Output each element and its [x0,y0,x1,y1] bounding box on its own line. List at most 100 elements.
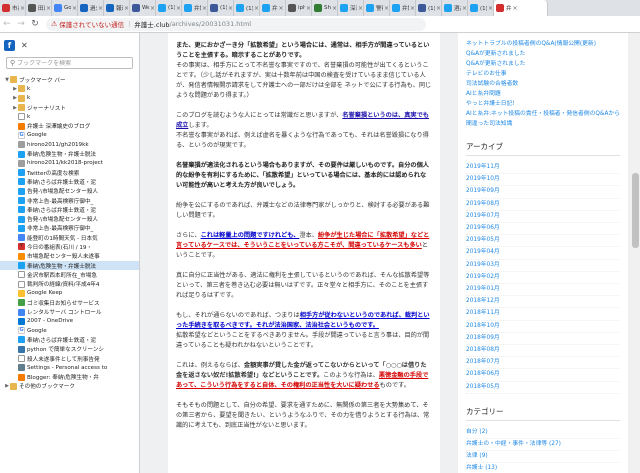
bookmark-item[interactable]: 非常上告-最高検察庁御中_ [0,196,139,205]
tab-close-icon[interactable]: × [513,5,518,12]
tab-8[interactable]: (1)× [208,0,234,16]
tab-close-icon[interactable]: × [384,5,389,12]
bookmark-item[interactable]: 奉納\さらば弁護士鉄道・泥 [0,205,139,214]
bookmark-item[interactable]: 2007 - OneDrive [0,317,139,326]
tab-close-icon[interactable]: × [332,5,337,12]
scrollbar[interactable] [631,33,640,473]
tab-17[interactable]: 酒井× [442,0,468,16]
tab-3[interactable]: 過去× [78,0,104,16]
bookmark-item[interactable]: 殺人未遂事件として刑事告発 [0,354,139,363]
bookmark-item[interactable]: ▼ ブックマーク バー [0,75,139,84]
bookmark-item[interactable]: 非常上告-最高検察庁御中_ [0,224,139,233]
scrollbar-thumb[interactable] [632,173,639,248]
tab-close-icon[interactable]: × [410,5,415,12]
archive-link[interactable]: 2019年10月 [466,174,620,187]
tab-9[interactable]: (1) 弁× [234,0,260,16]
bookmark-item[interactable]: hirono2011/kk2018-project [0,159,139,168]
tab-2[interactable]: Goog× [52,0,78,16]
tab-10[interactable]: 弁 × [260,0,286,16]
tab-14[interactable]: 警察× [364,0,390,16]
archive-link[interactable]: 2018年08月 [466,345,620,358]
tab-7[interactable]: 弁護× [182,0,208,16]
category-link[interactable]: 法律 (9) [466,451,620,464]
recent-post-link[interactable]: ネットトラブルの投稿者側のQ&A(情報公開(更新) [466,39,620,49]
archive-link[interactable]: 2018年07月 [466,357,620,370]
recent-post-link[interactable]: テレビのお仕事 [466,69,620,79]
tab-18[interactable]: (1) 弁× [468,0,494,16]
tab-close-icon[interactable]: × [124,5,129,12]
bookmark-item[interactable]: Y 今日の番組表(石川 / 19・ [0,242,139,251]
bookmark-item[interactable]: 告発-\市場急配センター殺人 [0,187,139,196]
tab-close-icon[interactable]: × [254,5,259,12]
tab-1[interactable]: 田口× [26,0,52,16]
tab-15[interactable]: 弁護× [390,0,416,16]
bookmark-item[interactable]: 奉納\危険生物・弁護士脱法 [0,260,139,271]
archive-link[interactable]: 2019年01月 [466,284,620,297]
tab-close-icon[interactable]: × [72,5,77,12]
bookmark-item[interactable]: 市場急配センター殺人未遂事 [0,252,139,261]
bookmark-item[interactable]: ▶ k [0,84,139,93]
bookmark-item[interactable]: Google Keep [0,289,139,298]
bookmark-item[interactable]: k [0,112,139,121]
bookmark-item[interactable]: 金沢市駅西本町所在_市場急 [0,270,139,279]
tab-6[interactable]: (1) × [156,0,182,16]
bookmark-item[interactable]: Blogger: 奉納\危険生物・弁 [0,373,139,382]
bookmark-item[interactable]: 告発-\市場急配センター殺人 [0,214,139,223]
bookmark-item[interactable]: python で簡単なスクリーンシ [0,345,139,354]
archive-link[interactable]: 2018年05月 [466,382,620,394]
tab-close-icon[interactable]: × [306,5,311,12]
category-link[interactable]: 自分 (2) [466,427,620,440]
tab-close-icon[interactable]: × [279,5,284,12]
recent-post-link[interactable]: 司法試験の合格者数 [466,79,620,89]
archive-link[interactable]: 2019年07月 [466,211,620,224]
back-button[interactable]: ← [0,17,14,31]
archive-link[interactable]: 2019年05月 [466,235,620,248]
tab-close-icon[interactable]: × [176,5,181,12]
close-icon[interactable]: ✕ [21,41,28,50]
recent-post-link[interactable]: 間違った司法知識 [466,119,620,129]
bookmark-item[interactable]: 奉納\さらば弁護士鉄道・泥 [0,335,139,344]
tab-12[interactable]: Shok× [312,0,338,16]
tab-0[interactable]: 市長× [0,0,26,16]
bookmark-item[interactable]: ▶ ジャーナリスト [0,103,139,112]
archive-link[interactable]: 2019年08月 [466,199,620,211]
tab-close-icon[interactable]: × [20,5,25,12]
archive-link[interactable]: 2019年09月 [466,186,620,199]
bookmark-item[interactable]: 奉納\さらば弁護士鉄道・泥 [0,177,139,186]
tab-close-icon[interactable]: × [150,5,155,12]
archive-link[interactable]: 2018年12月 [466,296,620,309]
tab-4[interactable]: 報道× [104,0,130,16]
reload-button[interactable]: ↻ [28,17,42,31]
bookmark-item[interactable]: ▶ その他のブックマーク [0,382,139,391]
archive-link[interactable]: 2019年03月 [466,260,620,272]
archive-link[interactable]: 2019年11月 [466,162,620,175]
tab-close-icon[interactable]: × [436,5,441,12]
archive-link[interactable]: 2019年02月 [466,272,620,285]
category-link[interactable]: 弁護士 (13) [466,463,620,473]
bookmark-item[interactable]: 弁護士 深澤諭史のブログ [0,121,139,130]
tab-close-icon[interactable]: × [462,5,467,12]
bookmark-item[interactable]: ▶ k [0,94,139,103]
bookmark-item[interactable]: G Google [0,131,139,140]
recent-post-link[interactable]: Q&Aが更新されました [466,59,620,69]
bookmark-search[interactable]: ⚲ [6,57,133,69]
tab-close-icon[interactable]: × [228,5,233,12]
archive-link[interactable]: 2018年09月 [466,333,620,346]
archive-link[interactable]: 2019年04月 [466,247,620,260]
url-omnibox[interactable]: ⚠ 保護されていない通信 | 弁護士.club /archives/200310… [46,17,426,31]
archive-link[interactable]: 2018年10月 [466,321,620,333]
tab-close-icon[interactable]: × [98,5,103,12]
recent-post-link[interactable]: AIと糸弁:ネット投稿の責任・投稿者・発信者側のQ&Aから [466,109,620,119]
tab-close-icon[interactable]: × [202,5,207,12]
bookmark-item[interactable]: 能登町の1時間天気 - 日本気 [0,233,139,242]
bookmark-item[interactable]: G Google [0,326,139,335]
bookmark-item[interactable]: hirono2011/gh2019kk [0,140,139,149]
tab-19[interactable]: 弁 × [494,0,548,16]
category-link[interactable]: 弁護士の・中経・事件・法律等 (27) [466,439,620,452]
tab-16[interactable]: (1) 福× [416,0,442,16]
tab-11[interactable]: iphor× [286,0,312,16]
recent-post-link[interactable]: Q&Aが更新されました [466,49,620,59]
bookmark-item[interactable]: 奉納\危険生物・弁護士脱法 [0,149,139,158]
tab-13[interactable]: 深澤× [338,0,364,16]
bookmark-item[interactable]: ゴミ収集日お知らせサービス [0,298,139,307]
